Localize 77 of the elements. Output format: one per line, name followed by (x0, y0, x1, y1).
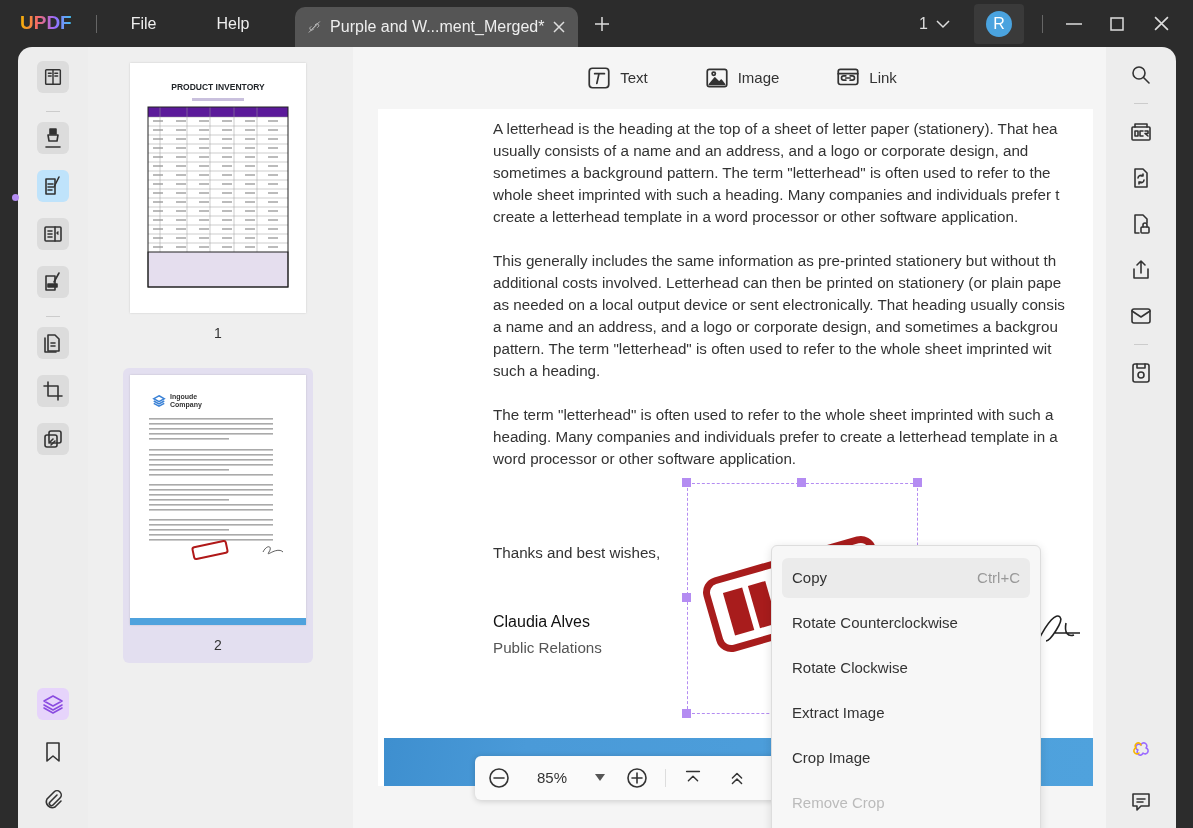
resize-handle[interactable] (682, 478, 691, 487)
tab-title: Purple and W...ment_Merged* (330, 17, 545, 37)
text-line: sometimes a background pattern. The term "letterhead" is often used to refer to the (493, 163, 1051, 183)
toolbar-button[interactable]: Image (703, 65, 780, 91)
text-line: pattern. The term "letterhead" is often used to refer to the whole sheet imprinted wit (493, 339, 1052, 359)
text-line: word processor or other software application. (493, 449, 797, 469)
tool-button[interactable] (37, 423, 69, 455)
menu-item[interactable]: Crop Image (782, 738, 1030, 778)
search-icon (1129, 63, 1153, 87)
text-line: This generally includes the same information as pre-printed stationery but without th (493, 251, 1057, 271)
text-line: The term "letterhead" is often used to refer to the whole sheet imprinted with such a (493, 405, 1054, 425)
tool-button[interactable] (1129, 790, 1153, 814)
toolbar-button[interactable]: Text (586, 65, 648, 91)
document-tab[interactable]: Purple and W...ment_Merged* (295, 7, 579, 47)
tool-button[interactable] (1129, 120, 1153, 144)
layers-logo-icon (152, 393, 166, 408)
menu-item[interactable]: File (120, 7, 167, 40)
resize-handle[interactable] (682, 709, 691, 718)
thumbnails-button[interactable] (37, 61, 69, 93)
tool-button[interactable] (37, 375, 69, 407)
chevron-down-icon (936, 18, 950, 29)
text-line: heading. Many companies and individuals prefer to create a letterhead template in a (493, 427, 1058, 447)
caret-icon (595, 774, 606, 782)
thumbnail-title: PRODUCT INVENTORY (171, 81, 265, 94)
stack-icon (41, 427, 65, 451)
tool-button[interactable] (1129, 361, 1153, 385)
minimize-icon (1065, 22, 1083, 25)
text-line: create a letterhead template in a word processor or other software application. (493, 207, 1019, 227)
zoom-dropdown[interactable]: 85% (537, 766, 606, 790)
active-tool-dot (12, 194, 19, 201)
text-line: such a heading. (493, 361, 601, 381)
signer-role: Public Relations (493, 638, 602, 658)
ocr-icon (1129, 120, 1153, 144)
close-tab-button[interactable] (552, 20, 567, 34)
tool-button[interactable] (1129, 63, 1153, 87)
zoom-in-icon (625, 766, 650, 790)
page-number: 2 (214, 636, 222, 655)
menu-item[interactable]: Rotate Clockwise (782, 648, 1030, 688)
toolbar-button[interactable]: Link (835, 65, 897, 91)
shortcut-label: Ctrl+C (977, 567, 1020, 588)
image-icon (703, 65, 730, 91)
menu-item[interactable]: Help (206, 7, 260, 40)
text-line: usually consists of a name and an address, and a logo or corporate design, and (493, 141, 1029, 161)
zoom-in-button[interactable] (625, 766, 650, 790)
text-line: a name and an address, and a logo or corporate design, and sometimes a backgrou (493, 317, 1058, 337)
text-icon (586, 65, 613, 91)
text-line: as needed on a local output device or sent electronically. That heading usually consis (493, 295, 1065, 315)
menu-item[interactable]: Copy Ctrl+C (782, 558, 1030, 598)
tool-button[interactable] (37, 122, 69, 154)
tool-button[interactable] (37, 327, 69, 359)
menu-item[interactable]: Rotate Counterclockwise (782, 603, 1030, 643)
page-thumbnail[interactable]: PRODUCT INVENTORY 1 (123, 56, 313, 351)
page-selector[interactable]: 1 (919, 11, 950, 36)
resize-handle[interactable] (913, 478, 922, 487)
layers-icon (41, 692, 65, 716)
new-tab-button[interactable] (594, 15, 611, 32)
tool-button[interactable] (37, 170, 69, 202)
book-icon (42, 66, 64, 88)
menu-item[interactable]: Extract Image (782, 693, 1030, 733)
maximize-button[interactable] (1110, 16, 1124, 31)
text-line: whole sheet imprinted with such a heading. Many companies and individuals prefer t (493, 185, 1060, 205)
text-line: A letterhead is the heading at the top of a sheet of letter paper (stationery). That hea (493, 119, 1058, 139)
text-line: additional costs involved. Letterhead can then be printed on stationery (or plain pape (493, 273, 1062, 293)
chat-icon (1129, 790, 1153, 814)
zoom-out-button[interactable] (487, 766, 511, 790)
tool-button[interactable] (37, 218, 69, 250)
tool-button[interactable] (37, 266, 69, 298)
zoom-out-icon (487, 766, 511, 790)
resize-handle[interactable] (797, 478, 806, 487)
page-number: 1 (214, 324, 222, 343)
close-button[interactable] (1154, 16, 1169, 31)
crop-icon (41, 379, 65, 403)
avatar: R (986, 10, 1012, 37)
minimize-button[interactable] (1065, 22, 1083, 25)
signer-name: Claudia Alves (493, 612, 590, 632)
closing-text: Thanks and best wishes, (493, 543, 661, 563)
resize-handle[interactable] (682, 593, 691, 602)
